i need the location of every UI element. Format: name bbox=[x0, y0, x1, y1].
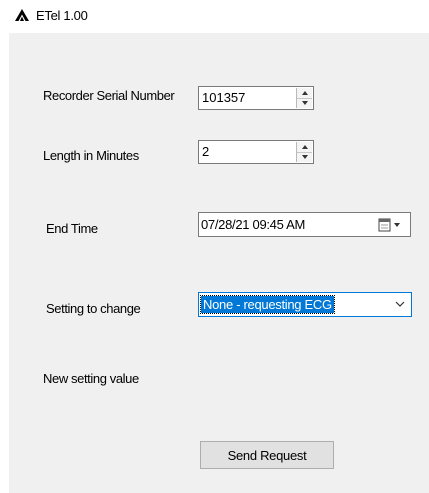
app-logo-icon bbox=[15, 9, 29, 21]
spin-down-icon[interactable] bbox=[297, 98, 312, 108]
new-setting-value-label: New setting value bbox=[43, 371, 139, 386]
serial-number-label: Recorder Serial Number bbox=[43, 88, 175, 103]
end-time-picker[interactable]: 07/28/21 09:45 AM bbox=[198, 212, 411, 237]
length-minutes-value[interactable]: 2 bbox=[202, 144, 209, 159]
title-bar: ETel 1.00 bbox=[0, 0, 429, 32]
length-minutes-spin-buttons bbox=[296, 142, 312, 162]
end-time-label: End Time bbox=[46, 221, 98, 236]
length-minutes-label: Length in Minutes bbox=[43, 148, 139, 163]
send-request-button[interactable]: Send Request bbox=[200, 441, 334, 469]
calendar-icon[interactable] bbox=[377, 217, 407, 233]
setting-selected-value[interactable]: None - requesting ECG bbox=[200, 295, 335, 314]
chevron-down-icon[interactable] bbox=[395, 300, 405, 308]
spin-down-icon[interactable] bbox=[297, 152, 312, 162]
serial-number-value[interactable]: 101357 bbox=[202, 90, 245, 105]
end-time-value[interactable]: 07/28/21 09:45 AM bbox=[201, 217, 305, 232]
setting-to-change-label: Setting to change bbox=[46, 301, 141, 316]
window-title: ETel 1.00 bbox=[36, 8, 88, 23]
setting-select[interactable]: None - requesting ECG bbox=[198, 292, 412, 317]
length-minutes-stepper[interactable]: 2 bbox=[198, 140, 314, 164]
serial-number-spin-buttons bbox=[296, 88, 312, 108]
serial-number-stepper[interactable]: 101357 bbox=[198, 86, 314, 110]
